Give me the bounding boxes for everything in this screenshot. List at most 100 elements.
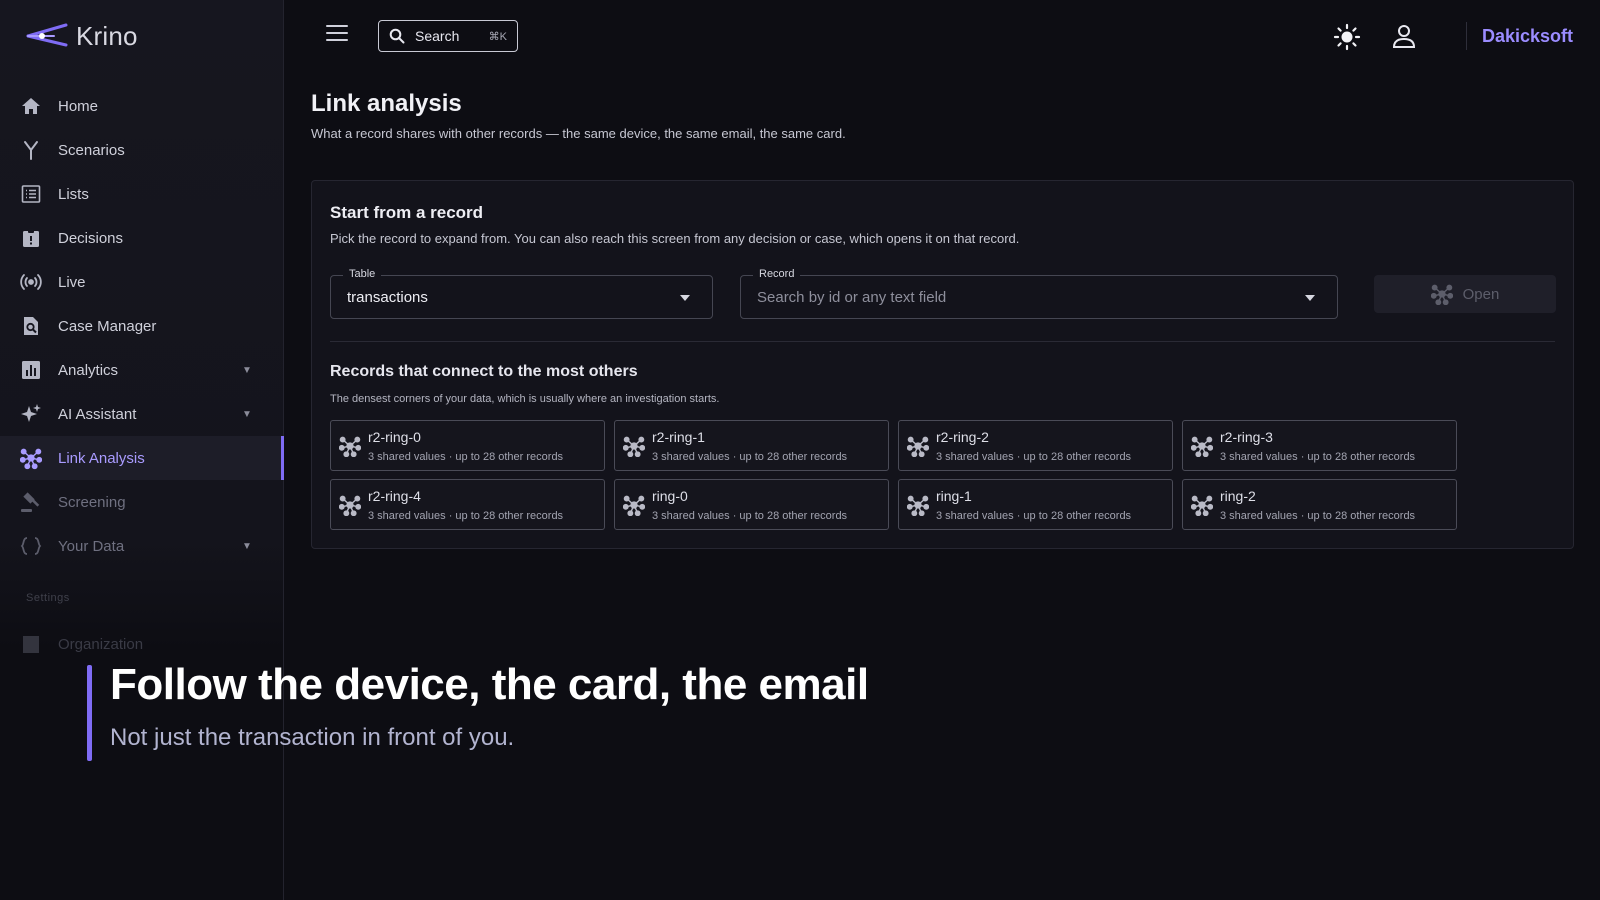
sidebar: Krino Home Scenarios Lists Decisions Liv… xyxy=(0,0,284,900)
sidebar-item-decisions[interactable]: Decisions xyxy=(0,216,284,260)
record-meta: 3 shared values · up to 28 other records xyxy=(368,510,564,522)
building-icon xyxy=(20,633,42,655)
organization-switcher[interactable]: Dakicksoft xyxy=(1482,26,1573,47)
sidebar-item-label: Lists xyxy=(58,185,89,203)
home-icon xyxy=(20,95,42,117)
page-subtitle: What a record shares with other records … xyxy=(311,126,846,141)
broadcast-icon xyxy=(20,271,42,293)
sidebar-item-label: Live xyxy=(58,273,86,291)
sidebar-item-lists[interactable]: Lists xyxy=(0,172,284,216)
caption-subtitle: Not just the transaction in front of you… xyxy=(110,724,515,751)
page-header: Link analysis What a record shares with … xyxy=(311,90,1574,143)
card-subtitle: Pick the record to expand from. You can … xyxy=(330,231,1020,246)
sun-icon xyxy=(1333,23,1361,51)
card-divider xyxy=(330,341,1555,342)
network-icon xyxy=(1191,495,1213,516)
user-icon xyxy=(1392,25,1416,48)
record-name: r2-ring-0 xyxy=(368,429,421,445)
sidebar-item-ai-assistant[interactable]: AI Assistant ▼ xyxy=(0,392,284,436)
record-chip[interactable]: r2-ring-3 3 shared values · up to 28 oth… xyxy=(1182,420,1457,471)
network-icon xyxy=(1191,436,1213,457)
network-icon xyxy=(339,436,361,457)
sidebar-item-label: Screening xyxy=(58,493,126,511)
record-name: r2-ring-2 xyxy=(936,429,989,445)
open-button-label: Open xyxy=(1462,285,1500,303)
chevron-down-icon: ▼ xyxy=(242,364,252,376)
record-chip[interactable]: r2-ring-1 3 shared values · up to 28 oth… xyxy=(614,420,889,471)
record-meta: 3 shared values · up to 28 other records xyxy=(936,451,1132,463)
caret-down-icon xyxy=(1305,295,1315,301)
sidebar-item-your-data[interactable]: Your Data ▼ xyxy=(0,524,284,568)
record-name: r2-ring-4 xyxy=(368,488,421,504)
record-search-field[interactable]: Record Search by id or any text field xyxy=(740,268,1338,319)
list-icon xyxy=(20,183,42,205)
record-chip[interactable]: r2-ring-4 3 shared values · up to 28 oth… xyxy=(330,479,605,530)
case-search-icon xyxy=(20,315,42,337)
table-select-label: Table xyxy=(343,268,382,280)
record-meta: 3 shared values · up to 28 other records xyxy=(652,510,848,522)
network-icon xyxy=(623,495,645,516)
record-chip[interactable]: ring-1 3 shared values · up to 28 other … xyxy=(898,479,1173,530)
network-icon xyxy=(339,495,361,516)
network-icon xyxy=(907,495,929,516)
table-select[interactable]: Table transactions xyxy=(330,268,713,319)
sidebar-item-label: Case Manager xyxy=(58,317,157,335)
table-select-value: transactions xyxy=(347,289,428,306)
sidebar-nav: Home Scenarios Lists Decisions Live Case… xyxy=(0,84,284,568)
sidebar-item-analytics[interactable]: Analytics ▼ xyxy=(0,348,284,392)
record-field-label: Record xyxy=(753,268,801,280)
chevron-down-icon: ▼ xyxy=(242,408,252,420)
record-meta: 3 shared values · up to 28 other records xyxy=(1220,510,1416,522)
record-chip[interactable]: r2-ring-0 3 shared values · up to 28 oth… xyxy=(330,420,605,471)
app-name: Krino xyxy=(76,20,138,51)
search-button[interactable]: Search ⌘K xyxy=(378,20,518,52)
krino-logo-icon xyxy=(26,23,68,47)
record-meta: 3 shared values · up to 28 other records xyxy=(652,451,848,463)
sidebar-item-screening[interactable]: Screening xyxy=(0,480,284,524)
sparkle-icon xyxy=(20,403,42,425)
sidebar-item-link-analysis[interactable]: Link Analysis xyxy=(0,436,284,480)
card-title: Start from a record xyxy=(330,203,484,222)
sidebar-item-case-manager[interactable]: Case Manager xyxy=(0,304,284,348)
start-from-record-card: Start from a record Pick the record to e… xyxy=(311,180,1574,549)
search-icon xyxy=(389,28,405,44)
sidebar-item-label: Decisions xyxy=(58,229,124,247)
sidebar-item-label: Link Analysis xyxy=(58,449,145,467)
menu-toggle-button[interactable] xyxy=(326,25,348,45)
record-chip[interactable]: ring-2 3 shared values · up to 28 other … xyxy=(1182,479,1457,530)
topbar-divider xyxy=(1466,22,1467,50)
record-name: r2-ring-1 xyxy=(652,429,705,445)
sidebar-item-live[interactable]: Live xyxy=(0,260,284,304)
network-icon xyxy=(1430,284,1453,305)
network-icon xyxy=(623,436,645,457)
open-button[interactable]: Open xyxy=(1374,275,1556,313)
search-shortcut: ⌘K xyxy=(488,30,507,43)
topbar: Search ⌘K Dakicksoft xyxy=(284,0,1600,72)
sidebar-item-label: Organization xyxy=(58,635,144,653)
page-title: Link analysis xyxy=(311,90,462,117)
record-name: ring-1 xyxy=(936,488,972,504)
record-name: r2-ring-3 xyxy=(1220,429,1273,445)
clipboard-icon xyxy=(20,227,42,249)
sidebar-item-home[interactable]: Home xyxy=(0,84,284,128)
branch-icon xyxy=(20,139,42,161)
record-chip[interactable]: r2-ring-2 3 shared values · up to 28 oth… xyxy=(898,420,1173,471)
bar-chart-icon xyxy=(20,359,42,381)
sidebar-item-label: Your Data xyxy=(58,537,125,555)
record-chip[interactable]: ring-0 3 shared values · up to 28 other … xyxy=(614,479,889,530)
network-icon xyxy=(20,447,42,470)
sidebar-item-label: Scenarios xyxy=(58,141,125,159)
sidebar-item-scenarios[interactable]: Scenarios xyxy=(0,128,284,172)
hamburger-line xyxy=(326,25,348,27)
logo[interactable]: Krino xyxy=(26,18,138,54)
theme-toggle-button[interactable] xyxy=(1332,22,1362,52)
gavel-icon xyxy=(20,491,42,513)
record-meta: 3 shared values · up to 28 other records xyxy=(1220,451,1416,463)
caret-down-icon xyxy=(680,295,690,301)
sidebar-item-label: Home xyxy=(58,97,99,115)
search-label: Search xyxy=(415,28,460,44)
user-menu-button[interactable] xyxy=(1390,22,1418,50)
hamburger-line xyxy=(326,32,348,34)
hamburger-line xyxy=(326,39,348,41)
settings-section-label: Settings xyxy=(26,592,70,604)
